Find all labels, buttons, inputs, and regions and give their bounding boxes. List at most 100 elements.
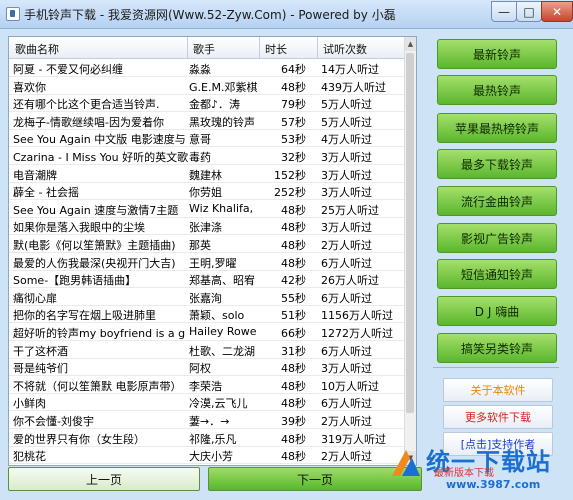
ringtone-list: 歌曲名称 歌手 时长 试听次数 阿夏 - 不爱又何必纠缠 淼淼 64秒 14万人听过喜… (8, 36, 417, 466)
table-row[interactable]: 薜全 - 社会摇 你劳姐 252秒 3万人听过 (9, 182, 404, 201)
play-count: 1156万人听过 (321, 309, 393, 323)
prev-page-button[interactable]: 上一页 (8, 467, 200, 491)
support-author-button[interactable]: [点击]支持作者 (443, 432, 553, 456)
song-name: 小鲜肉 (13, 397, 46, 411)
duration: 48秒 (281, 80, 306, 94)
song-name: 干了这杯酒 (13, 344, 68, 358)
duration: 42秒 (281, 274, 306, 288)
table-row[interactable]: 电音潮牌 魏建林 152秒 3万人听过 (9, 165, 404, 183)
table-row[interactable]: 小鲜肉 冷漠,云飞儿 48秒 6万人听过 (9, 393, 404, 412)
table-row[interactable]: 犯桃花 大庆小芳 48秒 2万人听过 (9, 446, 404, 465)
maximize-button[interactable]: □ (516, 1, 542, 22)
table-row[interactable]: 默(电影《何以笙箫默》主题插曲) 那英 48秒 2万人听过 (9, 235, 404, 253)
scroll-thumb[interactable] (406, 53, 414, 413)
play-count: 26万人听过 (321, 274, 379, 288)
table-row[interactable]: 阿夏 - 不爱又何必纠缠 淼淼 64秒 14万人听过 (9, 59, 404, 77)
table-row[interactable]: 最爱的人伤我最深(央视开门大吉) 王明,罗曜 48秒 6万人听过 (9, 253, 404, 271)
singer-name: 金都♪．涛 (189, 98, 241, 112)
song-name: Some-【跑男韩语插曲】 (13, 274, 137, 288)
singer-name: 王明,罗曜 (189, 256, 237, 270)
table-row[interactable]: Some-【跑男韩语插曲】 郑基高、昭宥 42秒 26万人听过 (9, 270, 404, 289)
category-dj-button[interactable]: D J 嗨曲 (437, 296, 557, 326)
col-header-singer[interactable]: 歌手 (193, 41, 215, 57)
vertical-scrollbar[interactable]: ▲ ▼ (404, 37, 416, 465)
singer-name: 萋→．→ (189, 415, 230, 428)
singer-name: 你劳姐 (189, 186, 222, 200)
category-film-ad-button[interactable]: 影视广告铃声 (437, 223, 557, 253)
play-count: 6万人听过 (321, 256, 372, 270)
table-row[interactable]: Czarina - I Miss You 好听的英文歌 毒药 32秒 3万人听过 (9, 147, 404, 165)
song-name: 薜全 - 社会摇 (13, 186, 79, 200)
singer-name: 意哥 (189, 133, 211, 147)
table-row[interactable]: 喜欢你 G.E.M.邓紫棋 48秒 439万人听过 (9, 77, 404, 95)
table-row[interactable]: 你不会懂-刘俊宇 萋→．→ 39秒 2万人听过 (9, 411, 404, 429)
song-name: 犯桃花 (13, 450, 46, 464)
scroll-up-icon[interactable]: ▲ (405, 37, 416, 51)
song-name: Czarina - I Miss You 好听的英文歌 (13, 151, 189, 164)
song-name: 不将就（何以笙箫默 电影原声带） (13, 379, 182, 393)
table-row[interactable]: 不将就（何以笙箫默 电影原声带） 李荣浩 48秒 10万人听过 (9, 376, 404, 394)
sidebar-separator (433, 367, 559, 368)
table-row[interactable]: See You Again 速度与激情7主题 Wiz Khalifa, 48秒 25万… (9, 200, 404, 218)
singer-name: 阿权 (189, 362, 211, 376)
duration: 55秒 (281, 291, 306, 305)
table-row[interactable]: 爱的世界只有你（女生段） 祁隆,乐凡 48秒 319万人听过 (9, 429, 404, 447)
col-header-name[interactable]: 歌曲名称 (15, 41, 59, 57)
singer-name: 大庆小芳 (189, 450, 233, 464)
category-apple-hot-button[interactable]: 苹果最热榜铃声 (437, 113, 557, 143)
category-pop-button[interactable]: 流行金曲铃声 (437, 186, 557, 216)
category-most-downloaded-button[interactable]: 最多下载铃声 (437, 149, 557, 179)
table-row[interactable]: 如果你是落入我眼中的尘埃 张津涤 48秒 3万人听过 (9, 217, 404, 236)
duration: 48秒 (281, 256, 306, 270)
play-count: 439万人听过 (321, 80, 386, 94)
category-sms-button[interactable]: 短信通知铃声 (437, 259, 557, 289)
song-name: 超好听的铃声my boyfriend is a g (13, 327, 186, 340)
table-row[interactable]: 干了这杯酒 杜歌、二龙湖 31秒 6万人听过 (9, 341, 404, 359)
minimize-button[interactable]: — (491, 1, 517, 22)
play-count: 2万人听过 (321, 450, 372, 464)
play-count: 3万人听过 (321, 151, 372, 164)
song-name: 最爱的人伤我最深(央视开门大吉) (13, 256, 176, 270)
singer-name: Hailey Rowe (189, 325, 257, 338)
play-count: 1272万人听过 (321, 327, 393, 340)
table-row[interactable]: See You Again 中文版 电影速度与 意哥 53秒 4万人听过 (9, 129, 404, 148)
singer-name: 萧颖、solo (189, 309, 245, 323)
table-row[interactable]: 痛彻心扉 张嘉洵 55秒 6万人听过 (9, 288, 404, 306)
play-count: 6万人听过 (321, 344, 372, 358)
duration: 53秒 (281, 133, 306, 147)
play-count: 6万人听过 (321, 291, 372, 305)
col-header-plays[interactable]: 试听次数 (323, 41, 367, 57)
duration: 152秒 (274, 168, 306, 182)
song-name: 电音潮牌 (13, 168, 57, 182)
table-row[interactable]: 把你的名字写在烟上吸进肺里 萧颖、solo 51秒 1156万人听过 (9, 305, 404, 324)
next-page-button[interactable]: 下一页 (208, 467, 422, 491)
singer-name: 祁隆,乐凡 (189, 432, 237, 446)
close-button[interactable]: ✕ (541, 1, 573, 22)
more-software-button[interactable]: 更多软件下载 (443, 405, 553, 429)
table-row[interactable]: 超好听的铃声my boyfriend is a g Hailey Rowe 66秒 1… (9, 323, 404, 341)
singer-name: 郑基高、昭宥 (189, 274, 255, 288)
duration: 57秒 (281, 115, 306, 129)
song-name: 哥是纯爷们 (13, 362, 68, 376)
category-hottest-button[interactable]: 最热铃声 (437, 75, 557, 105)
table-row[interactable]: 还有哪个比这个更合适当铃声. 金都♪．涛 79秒 5万人听过 (9, 94, 404, 113)
col-divider[interactable] (187, 37, 188, 58)
duration: 48秒 (281, 397, 306, 411)
col-divider[interactable] (317, 37, 318, 58)
play-count: 2万人听过 (321, 239, 372, 252)
table-row[interactable]: 龙梅子-情歌继续唱-因为爱着你 黑玫瑰的铃声 57秒 5万人听过 (9, 112, 404, 130)
play-count: 25万人听过 (321, 203, 379, 217)
category-latest-button[interactable]: 最新铃声 (437, 39, 557, 69)
col-header-duration[interactable]: 时长 (265, 41, 287, 57)
singer-name: 张嘉洵 (189, 291, 222, 305)
about-button[interactable]: 关于本软件 (443, 378, 553, 402)
singer-name: 冷漠,云飞儿 (189, 397, 248, 411)
duration: 64秒 (281, 63, 306, 76)
table-row[interactable]: 哥是纯爷们 阿权 48秒 3万人听过 (9, 358, 404, 377)
play-count: 2万人听过 (321, 415, 372, 428)
scroll-down-icon[interactable]: ▼ (405, 451, 416, 465)
category-funny-button[interactable]: 搞笑另类铃声 (437, 333, 557, 363)
play-count: 3万人听过 (321, 221, 372, 235)
maximize-icon: □ (523, 4, 535, 19)
col-divider[interactable] (259, 37, 260, 58)
